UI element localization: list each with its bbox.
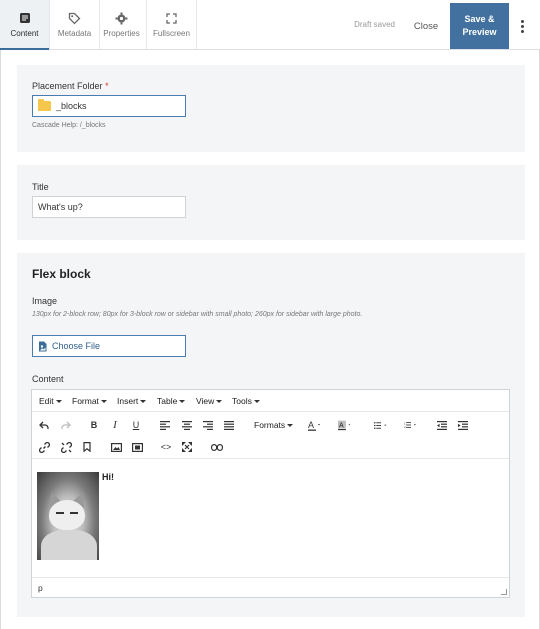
numbered-list-icon[interactable]: 12 — [404, 418, 418, 432]
image-help: 130px for 2-block row; 80px for 3-block … — [32, 311, 363, 318]
outdent-icon[interactable] — [435, 418, 449, 432]
insert-image-icon[interactable] — [109, 440, 123, 454]
menu-view[interactable]: View — [196, 396, 223, 406]
formats-dropdown[interactable]: Formats — [254, 420, 294, 430]
bookmark-icon[interactable] — [80, 440, 94, 454]
flex-block-heading: Flex block — [32, 267, 91, 281]
tag-icon — [68, 11, 81, 25]
tab-properties[interactable]: Properties — [97, 0, 147, 49]
placement-help: Cascade Help: /_blocks — [32, 122, 106, 129]
content-label: Content — [32, 374, 64, 384]
tab-properties-label: Properties — [103, 29, 140, 38]
justify-icon[interactable] — [222, 418, 236, 432]
tab-content[interactable]: Content — [0, 0, 50, 50]
align-left-icon[interactable] — [158, 418, 172, 432]
fullscreen-icon — [166, 11, 177, 25]
editor-statusbar: p — [32, 577, 509, 597]
folder-icon — [38, 99, 51, 111]
text-color-icon[interactable]: A — [308, 418, 322, 432]
title-input[interactable]: What's up? — [32, 196, 186, 218]
indent-icon[interactable] — [456, 418, 470, 432]
editor-menubar: Edit Format Insert Table View Tools — [32, 390, 509, 412]
title-panel: Title What's up? — [17, 165, 525, 240]
title-value: What's up? — [38, 202, 83, 212]
menu-table[interactable]: Table — [157, 396, 186, 406]
svg-text:A: A — [339, 422, 344, 429]
fullscreen-editor-icon[interactable] — [180, 440, 194, 454]
code-icon[interactable]: <> — [159, 440, 173, 454]
svg-text:2: 2 — [404, 425, 406, 429]
tab-content-label: Content — [10, 29, 39, 38]
more-options-icon[interactable] — [514, 18, 530, 34]
link-variant-icon[interactable] — [210, 440, 224, 454]
menu-edit[interactable]: Edit — [39, 396, 62, 406]
choose-file-label: Choose File — [52, 341, 101, 351]
redo-icon[interactable] — [59, 418, 73, 432]
underline-icon[interactable]: U — [129, 418, 143, 432]
background-color-icon[interactable]: A — [338, 418, 352, 432]
gear-icon — [115, 11, 128, 25]
resize-handle-icon[interactable] — [501, 589, 507, 595]
rich-text-editor: Edit Format Insert Table View Tools B I … — [31, 389, 510, 598]
tab-metadata[interactable]: Metadata — [50, 0, 100, 49]
title-label: Title — [32, 182, 49, 192]
placement-folder-field[interactable]: _blocks — [32, 95, 186, 117]
editor-body-text: Hi! — [102, 472, 114, 482]
menu-insert[interactable]: Insert — [117, 396, 147, 406]
tab-fullscreen[interactable]: Fullscreen — [147, 0, 197, 49]
svg-text:A: A — [308, 420, 314, 430]
placement-label: Placement Folder * — [32, 81, 109, 91]
tab-metadata-label: Metadata — [57, 29, 92, 38]
menu-tools[interactable]: Tools — [232, 396, 260, 406]
align-center-icon[interactable] — [180, 418, 194, 432]
image-label: Image — [32, 296, 58, 306]
editor-content-area[interactable]: Hi! — [32, 458, 509, 576]
draft-status: Draft saved — [354, 20, 395, 29]
menu-format[interactable]: Format — [72, 396, 107, 406]
italic-icon[interactable]: I — [108, 418, 122, 432]
placement-panel: Placement Folder * _blocks Cascade Help:… — [17, 65, 525, 152]
tab-fullscreen-label: Fullscreen — [153, 29, 190, 38]
save-preview-button[interactable]: Save & Preview — [450, 3, 509, 49]
content-icon — [19, 11, 31, 25]
unlink-icon[interactable] — [59, 440, 73, 454]
required-marker: * — [105, 81, 109, 91]
element-path[interactable]: p — [38, 583, 43, 593]
align-right-icon[interactable] — [201, 418, 215, 432]
placement-value: _blocks — [56, 101, 87, 111]
link-icon[interactable] — [37, 440, 51, 454]
choose-file-button[interactable]: Choose File — [32, 335, 186, 357]
editor-toolbar: Content Metadata Properties Fullscreen D… — [0, 0, 540, 50]
undo-icon[interactable] — [37, 418, 51, 432]
close-button[interactable]: Close — [404, 14, 448, 38]
insert-media-icon[interactable] — [130, 440, 144, 454]
cat-photo[interactable] — [37, 472, 99, 560]
bullet-list-icon[interactable] — [374, 418, 388, 432]
file-icon — [38, 341, 47, 352]
bold-icon[interactable]: B — [87, 418, 101, 432]
